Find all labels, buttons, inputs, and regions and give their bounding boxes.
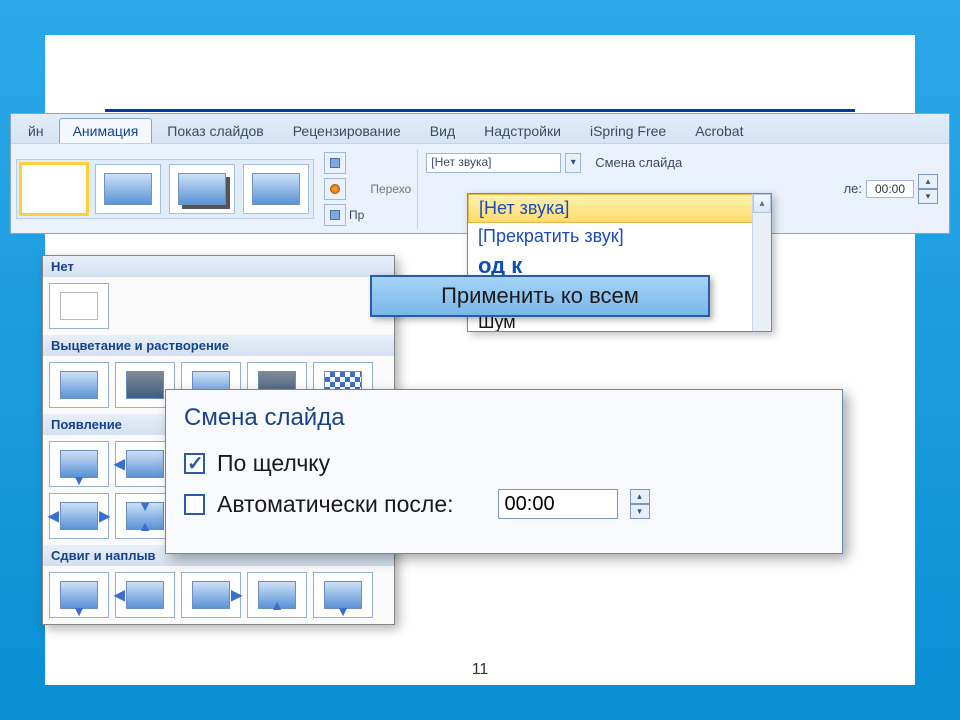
time-suffix-label: ле: xyxy=(844,181,862,196)
transition-thumb[interactable]: ◀ xyxy=(115,572,175,618)
tab-animation[interactable]: Анимация xyxy=(59,118,153,143)
tab-review[interactable]: Рецензирование xyxy=(279,118,415,143)
tab-slideshow[interactable]: Показ слайдов xyxy=(153,118,277,143)
scroll-up-icon[interactable]: ▴ xyxy=(753,194,771,213)
apply-to-all-callout: Применить ко всем xyxy=(370,275,710,317)
transition-cut[interactable] xyxy=(243,164,309,214)
transition-fade-black[interactable] xyxy=(169,164,235,214)
on-click-checkbox[interactable] xyxy=(184,453,205,474)
truncated-label: Пр xyxy=(349,208,364,222)
advance-label: Смена слайда xyxy=(595,155,682,170)
advance-slide-popup: Смена слайда По щелчку Автоматически пос… xyxy=(165,389,843,554)
apply-button-icon[interactable] xyxy=(324,204,346,226)
after-time-field[interactable] xyxy=(866,180,914,198)
chevron-up-icon[interactable]: ▴ xyxy=(630,489,650,504)
tab-view[interactable]: Вид xyxy=(416,118,469,143)
transition-thumb[interactable]: ▼ xyxy=(49,572,109,618)
transition-thumb[interactable]: ▼ xyxy=(313,572,373,618)
auto-after-label: Автоматически после: xyxy=(217,491,454,518)
auto-after-checkbox[interactable] xyxy=(184,494,205,515)
auto-after-time-field[interactable] xyxy=(498,489,618,519)
transition-thumb[interactable]: ▶ xyxy=(181,572,241,618)
preview-icon[interactable] xyxy=(324,152,346,174)
transition-thumb[interactable]: ▶◀ xyxy=(49,493,109,539)
sound-option[interactable]: [Прекратить звук] xyxy=(468,223,771,250)
transition-thumb[interactable] xyxy=(49,283,109,329)
sound-dropdown-box[interactable]: [Нет звука] xyxy=(426,153,561,173)
dropdown-arrow-icon[interactable]: ▾ xyxy=(565,153,581,173)
page-number: 11 xyxy=(472,661,489,679)
tab-acrobat[interactable]: Acrobat xyxy=(681,118,757,143)
truncated-perehod: Перехо xyxy=(370,182,411,196)
tab-addins[interactable]: Надстройки xyxy=(470,118,575,143)
transition-thumb[interactable]: ▲ xyxy=(247,572,307,618)
effect-options-icon[interactable] xyxy=(324,178,346,200)
time-spinner[interactable]: ▴ ▾ xyxy=(918,174,938,204)
apply-to-all-label: Применить ко всем xyxy=(441,283,639,309)
tab-ispring[interactable]: iSpring Free xyxy=(576,118,680,143)
transition-none[interactable] xyxy=(21,164,87,214)
chevron-down-icon[interactable]: ▾ xyxy=(630,504,650,519)
transition-gallery-ribbon[interactable] xyxy=(16,159,314,219)
transition-fade[interactable] xyxy=(95,164,161,214)
transition-thumb[interactable]: ▼ xyxy=(49,441,109,487)
ribbon-misc-buttons: Пр xyxy=(324,152,364,226)
advance-header: Смена слайда xyxy=(184,404,824,432)
gallery-section-fade: Выцветание и растворение xyxy=(43,335,394,356)
auto-after-spinner[interactable]: ▴ ▾ xyxy=(630,489,650,519)
tab-design[interactable]: йн xyxy=(14,118,58,143)
divider xyxy=(105,109,855,112)
scrollbar[interactable]: ▴ xyxy=(752,194,771,331)
gallery-section-none: Нет xyxy=(43,256,394,277)
ribbon-tabs: йн Анимация Показ слайдов Рецензирование… xyxy=(11,114,949,143)
chevron-up-icon[interactable]: ▴ xyxy=(918,174,938,189)
transition-thumb[interactable] xyxy=(49,362,109,408)
chevron-down-icon[interactable]: ▾ xyxy=(918,189,938,204)
on-click-label: По щелчку xyxy=(217,450,330,477)
sound-option[interactable]: [Нет звука] xyxy=(468,194,771,223)
